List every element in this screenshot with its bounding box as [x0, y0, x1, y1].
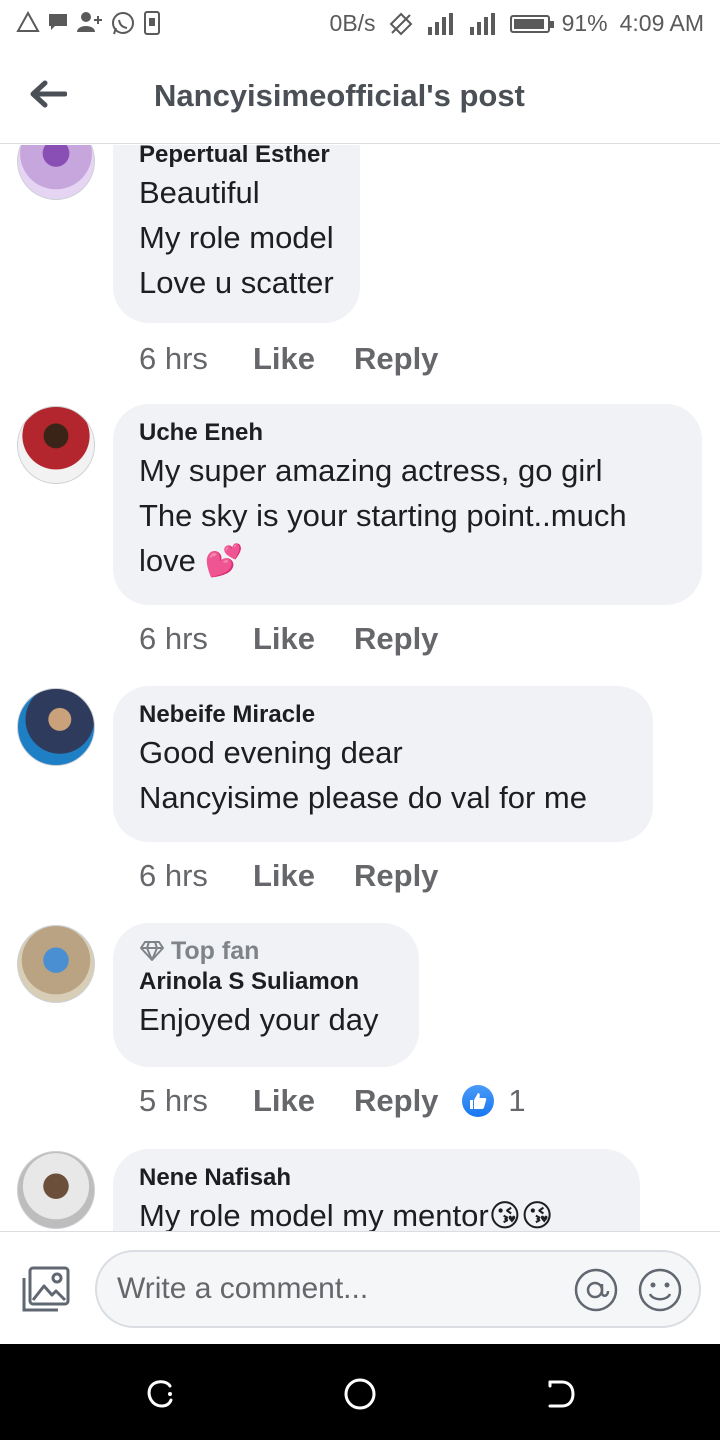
- comment-line: Nancyisime please do val for me: [139, 780, 587, 815]
- back-nav-button[interactable]: [540, 1374, 580, 1414]
- comment-actions: 6 hrs Like Reply: [139, 341, 438, 377]
- reaction-count: 1: [508, 1083, 526, 1118]
- signal-2-icon: [468, 11, 498, 37]
- comments-list[interactable]: Pepertual Esther Beautiful My role model…: [0, 145, 720, 1231]
- home-button[interactable]: [340, 1374, 380, 1414]
- comment-time[interactable]: 6 hrs: [139, 858, 253, 894]
- like-button[interactable]: Like: [253, 341, 354, 377]
- reaction-summary[interactable]: 1: [462, 1083, 526, 1119]
- like-button[interactable]: Like: [253, 858, 354, 894]
- warning-icon: [16, 10, 40, 36]
- no-sim-icon: [388, 11, 414, 37]
- post-header: Nancyisimeofficial's post: [0, 48, 720, 144]
- whatsapp-icon: [110, 10, 136, 36]
- comment-author[interactable]: Nebeife Miracle: [139, 700, 627, 730]
- comment-bubble[interactable]: Nene Nafisah My role model my mentor😘😘: [113, 1149, 640, 1231]
- comment-line: My super amazing actress, go girl: [139, 453, 603, 488]
- comment-actions: 6 hrs Like Reply: [139, 858, 438, 894]
- photo-icon: [22, 1266, 70, 1312]
- photo-button[interactable]: [20, 1264, 72, 1316]
- emoji-button[interactable]: [637, 1267, 683, 1313]
- recents-icon: [147, 1380, 173, 1408]
- like-button[interactable]: Like: [253, 621, 354, 657]
- comment-actions: 5 hrs Like Reply 1: [139, 1083, 526, 1119]
- thumbs-up-icon: [462, 1085, 495, 1117]
- comment-line: love 💕: [139, 543, 244, 578]
- comment-time[interactable]: 6 hrs: [139, 341, 253, 377]
- like-button[interactable]: Like: [253, 1083, 354, 1119]
- avatar[interactable]: [17, 925, 95, 1003]
- page-title: Nancyisimeofficial's post: [154, 78, 525, 113]
- add-friend-icon: [76, 10, 104, 36]
- battery-icon: [509, 14, 554, 33]
- system-indicators: 0B/s 91% 4:09 AM: [330, 10, 704, 37]
- back-nav-icon: [548, 1380, 575, 1408]
- comment-line: Love u scatter: [139, 265, 334, 300]
- comment-input-placeholder: Write a comment...: [117, 1272, 369, 1305]
- comment-line: My role model my mentor😘😘: [139, 1198, 554, 1231]
- avatar[interactable]: [17, 688, 95, 766]
- comment-bubble[interactable]: Pepertual Esther Beautiful My role model…: [113, 145, 360, 323]
- diamond-icon: [140, 941, 164, 961]
- avatar[interactable]: [17, 406, 95, 484]
- comment-composer: Write a comment...: [0, 1231, 720, 1344]
- notification-icons: [16, 10, 162, 36]
- message-icon: [46, 10, 70, 36]
- at-sign-icon: [574, 1268, 618, 1312]
- comment-input[interactable]: Write a comment...: [95, 1250, 701, 1328]
- signal-icon: [426, 11, 456, 37]
- comment-line: Beautiful: [139, 175, 260, 210]
- comment-author[interactable]: Nene Nafisah: [139, 1163, 614, 1193]
- system-nav-bar: [0, 1344, 720, 1440]
- top-fan-label: Top fan: [171, 937, 260, 965]
- home-icon: [344, 1378, 376, 1410]
- comment-author[interactable]: Uche Eneh: [139, 418, 676, 448]
- battery-percent: 91%: [561, 10, 608, 36]
- comment-time[interactable]: 5 hrs: [139, 1083, 253, 1119]
- sim-icon: [142, 10, 162, 36]
- comment-author[interactable]: Arinola S Suliamon: [139, 967, 393, 997]
- comment-line: Good evening dear: [139, 735, 403, 770]
- status-bar: 0B/s 91% 4:09 AM: [0, 0, 720, 48]
- comment-bubble[interactable]: Nebeife Miracle Good evening dear Nancyi…: [113, 686, 653, 842]
- avatar[interactable]: [17, 145, 95, 200]
- comment-line: Enjoyed your day: [139, 1002, 379, 1037]
- comment-time[interactable]: 6 hrs: [139, 621, 253, 657]
- top-fan-badge: Top fan: [139, 935, 393, 967]
- smiley-icon: [638, 1268, 682, 1312]
- arrow-left-icon: [30, 80, 67, 108]
- comment-actions: 6 hrs Like Reply: [139, 621, 438, 657]
- net-speed: 0B/s: [329, 10, 376, 36]
- comment-bubble[interactable]: Top fan Arinola S Suliamon Enjoyed your …: [113, 923, 419, 1067]
- clock: 4:09 AM: [619, 10, 704, 36]
- avatar[interactable]: [17, 1151, 95, 1229]
- reply-button[interactable]: Reply: [354, 1083, 438, 1119]
- reply-button[interactable]: Reply: [354, 858, 438, 894]
- comment-line: My role model: [139, 220, 334, 255]
- back-button[interactable]: [24, 70, 72, 118]
- comment-author[interactable]: Pepertual Esther: [139, 145, 334, 170]
- mention-button[interactable]: [573, 1267, 619, 1313]
- reply-button[interactable]: Reply: [354, 621, 438, 657]
- recents-button[interactable]: [140, 1374, 180, 1414]
- comment-line: The sky is your starting point..much: [139, 498, 627, 533]
- comment-bubble[interactable]: Uche Eneh My super amazing actress, go g…: [113, 404, 702, 605]
- reply-button[interactable]: Reply: [354, 341, 438, 377]
